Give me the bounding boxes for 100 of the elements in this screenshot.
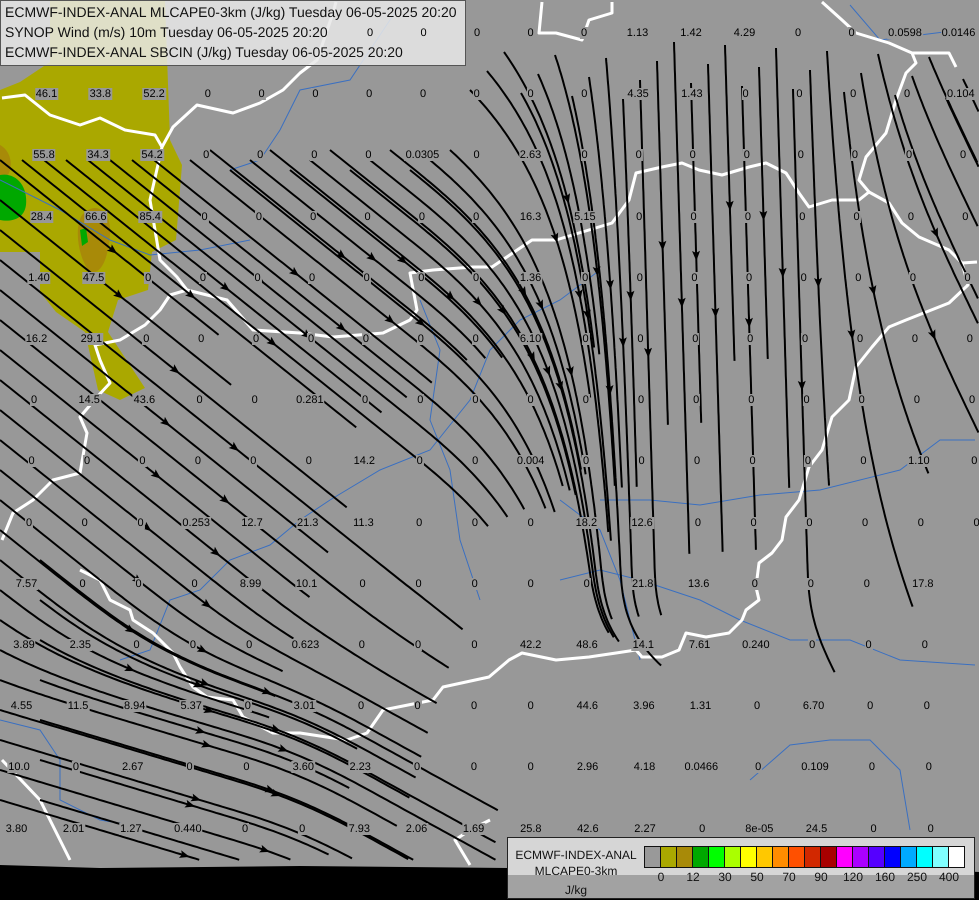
value-label: 0 xyxy=(311,88,320,100)
value-label: 0 xyxy=(582,455,590,468)
legend-tick-label: 400 xyxy=(938,870,960,884)
legend-tick-label: 70 xyxy=(782,870,796,884)
value-label: 0.004 xyxy=(516,455,546,468)
value-label: 0 xyxy=(636,394,646,406)
legend-tick-label: 250 xyxy=(906,870,928,884)
value-label: 0 xyxy=(304,455,313,468)
value-label: 0 xyxy=(750,578,759,590)
value-label: 0 xyxy=(692,394,700,406)
value-label: 0 xyxy=(966,333,974,345)
value-label: 0 xyxy=(419,27,428,39)
value-label: 44.6 xyxy=(576,700,599,712)
value-label: 0 xyxy=(309,210,318,223)
value-label: 0 xyxy=(636,272,644,284)
value-label: 0.253 xyxy=(181,516,211,529)
value-label: 0 xyxy=(362,333,370,345)
value-label: 0 xyxy=(416,394,424,406)
value-label: 0 xyxy=(256,149,264,162)
value-label: 0 xyxy=(849,88,858,100)
value-label: 0 xyxy=(808,639,816,651)
value-label: 0 xyxy=(24,516,34,529)
value-label: 1.10 xyxy=(907,455,931,468)
value-label: 2.63 xyxy=(518,149,542,162)
value-label: 0 xyxy=(800,272,808,284)
value-label: 4.35 xyxy=(626,88,650,100)
map-title: ECMWF-INDEX-ANAL SBCIN (J/kg) Tuesday 06-05-2025 20:20 xyxy=(5,43,403,62)
value-label: 0 xyxy=(870,822,878,835)
value-label: 0 xyxy=(418,210,426,223)
value-label: 0 xyxy=(902,88,912,100)
value-label: 0 xyxy=(634,149,643,162)
legend-tick-label: 120 xyxy=(842,870,864,884)
value-label: 52.2 xyxy=(142,88,166,100)
value-label: 10.0 xyxy=(7,761,31,774)
value-label: 25.8 xyxy=(519,822,542,835)
value-label: 0 xyxy=(746,333,754,345)
value-label: 0.0146 xyxy=(940,27,976,39)
value-label: 4.18 xyxy=(632,761,656,774)
value-label: 0 xyxy=(356,700,366,712)
value-label: 0 xyxy=(414,578,423,590)
value-label: 0 xyxy=(366,27,374,39)
value-label: 0 xyxy=(912,394,921,406)
value-label: 0 xyxy=(906,210,915,223)
value-label: 0 xyxy=(908,272,917,284)
value-label: 0 xyxy=(692,455,702,468)
value-label: 0 xyxy=(362,272,371,284)
value-label: 0 xyxy=(581,272,590,284)
value-label: 2.27 xyxy=(633,822,657,835)
legend-unit: J/kg xyxy=(564,882,587,898)
value-label: 0 xyxy=(470,639,478,651)
value-label: 12.6 xyxy=(630,516,654,529)
value-label: 2.23 xyxy=(348,761,372,774)
value-label: 14.1 xyxy=(632,639,655,651)
legend-title: MLCAPE0-3km xyxy=(534,863,618,879)
map-title: SYNOP Wind (m/s) 10m Tuesday 06-05-2025 20:20 xyxy=(5,23,328,42)
value-label: 0 xyxy=(470,700,478,712)
value-label: 4.55 xyxy=(10,700,34,712)
legend-tick-label: 50 xyxy=(750,870,764,884)
value-label: 0 xyxy=(926,822,935,835)
value-label: 0 xyxy=(414,700,422,712)
value-label: 0 xyxy=(361,394,370,406)
value-label: 0 xyxy=(694,516,702,529)
value-label: 55.8 xyxy=(32,149,56,162)
value-label: 0 xyxy=(30,394,38,406)
value-label: 0 xyxy=(580,149,589,162)
value-label: 0 xyxy=(858,394,866,406)
value-label: 6.10 xyxy=(518,333,542,345)
value-label: 0 xyxy=(752,700,762,712)
value-label: 0 xyxy=(190,578,199,590)
value-label: 54.2 xyxy=(140,149,164,162)
value-label: 0 xyxy=(417,272,426,284)
legend-title: ECMWF-INDEX-ANAL xyxy=(515,847,637,863)
value-label: 0 xyxy=(526,516,535,529)
value-label: 0 xyxy=(922,700,931,712)
value-label: 0 xyxy=(698,822,706,835)
value-label: 0 xyxy=(298,822,306,835)
value-label: 0.281 xyxy=(295,394,325,406)
value-label: 1.27 xyxy=(119,822,142,835)
value-label: 0 xyxy=(415,516,424,529)
value-label: 0 xyxy=(747,394,756,406)
value-label: 14.5 xyxy=(77,394,101,406)
value-label: 0 xyxy=(412,761,422,774)
value-label: 0 xyxy=(854,272,862,284)
value-label: 85.4 xyxy=(138,210,162,223)
value-label: 0.0305 xyxy=(404,149,440,162)
value-label: 0 xyxy=(526,761,535,774)
value-label: 0 xyxy=(688,149,697,162)
value-label: 0 xyxy=(961,210,970,223)
value-label: 0.240 xyxy=(741,639,771,651)
value-label: 1.43 xyxy=(680,88,704,100)
value-label: 0 xyxy=(472,333,480,345)
value-label: 12.7 xyxy=(240,516,264,529)
value-label: 0 xyxy=(850,149,859,162)
value-label: 16.2 xyxy=(24,333,48,345)
value-label: 0 xyxy=(924,761,933,774)
value-label: 0 xyxy=(690,272,698,284)
value-label: 0 xyxy=(416,455,424,468)
value-label: 0 xyxy=(82,455,92,468)
value-label: 0 xyxy=(470,578,479,590)
value-label: 0 xyxy=(194,455,202,468)
